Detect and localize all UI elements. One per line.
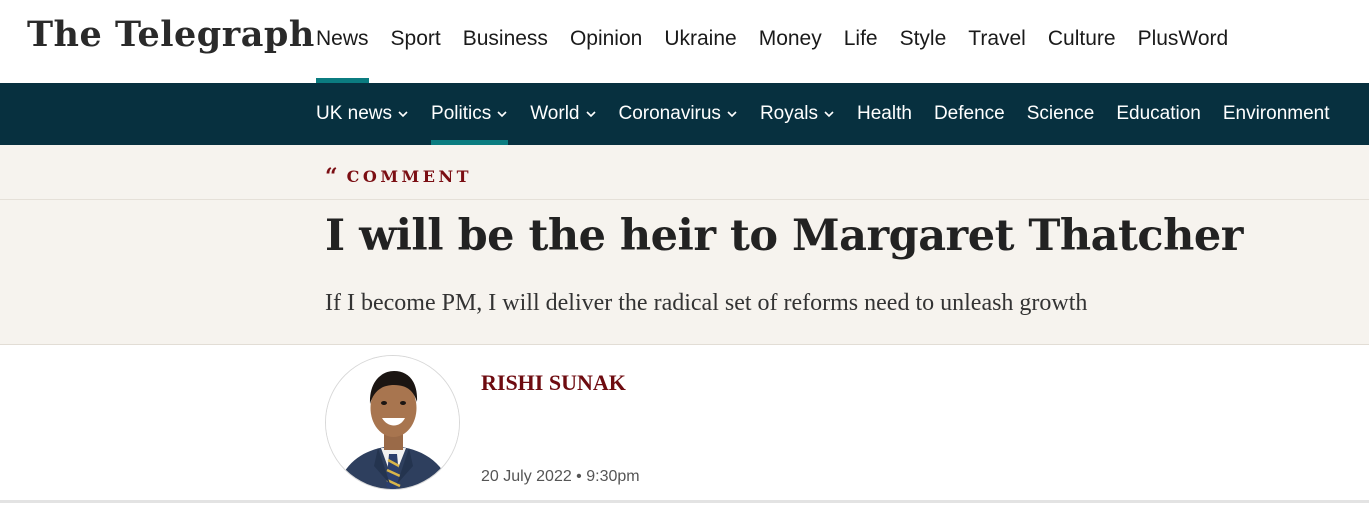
chevron-down-icon [726,108,738,120]
comment-kicker[interactable]: “ COMMENT [325,163,472,190]
subnav-coronavirus[interactable]: Coronavirus [619,83,738,145]
subnav-label: World [530,103,580,124]
subnav-environment[interactable]: Environment [1223,83,1330,145]
subnav-uk-news[interactable]: UK news [316,83,409,145]
subnav-label: Politics [431,103,492,124]
nav-culture[interactable]: Culture [1048,0,1116,83]
subnav-label: UK news [316,103,393,124]
chevron-down-icon [397,108,409,120]
subnav-science[interactable]: Science [1027,83,1095,145]
subnav-defence[interactable]: Defence [934,83,1005,145]
kicker-label: COMMENT [346,167,472,186]
nav-plusword[interactable]: PlusWord [1138,0,1229,83]
author-name-link[interactable]: RISHI SUNAK [481,370,626,396]
subnav-label: Royals [759,103,819,124]
subnav-label: Coronavirus [618,103,721,124]
nav-ukraine[interactable]: Ukraine [664,0,736,83]
nav-money[interactable]: Money [759,0,822,83]
article-headline: I will be the heir to Margaret Thatcher [325,211,1243,261]
subnav-world[interactable]: World [530,83,596,145]
author-portrait [326,356,459,489]
subnav-politics[interactable]: Politics [431,83,509,145]
nav-travel[interactable]: Travel [968,0,1026,83]
publish-date: 20 July 2022 • 9:30pm [481,468,640,485]
nav-sport[interactable]: Sport [391,0,441,83]
nav-life[interactable]: Life [844,0,878,83]
quote-icon: “ [325,163,338,190]
author-avatar[interactable] [325,355,460,490]
byline: RISHI SUNAK 20 July 2022 • 9:30pm [0,346,1369,502]
chevron-down-icon [585,108,597,120]
nav-news[interactable]: News [316,0,369,83]
subnav-education[interactable]: Education [1116,83,1201,145]
telegraph-logo[interactable]: The Telegraph [27,14,315,55]
primary-nav: News Sport Business Opinion Ukraine Mone… [316,0,1250,83]
masthead: The Telegraph News Sport Business Opinio… [0,0,1369,83]
header-divider [0,199,1369,200]
subnav-health[interactable]: Health [857,83,912,145]
secondary-nav: UK news Politics World Coronavirus Royal… [0,83,1369,145]
article-standfirst: If I become PM, I will deliver the radic… [325,290,1088,316]
nav-business[interactable]: Business [463,0,548,83]
chevron-down-icon [823,108,835,120]
article-header: “ COMMENT I will be the heir to Margaret… [0,145,1369,345]
nav-style[interactable]: Style [900,0,947,83]
nav-opinion[interactable]: Opinion [570,0,642,83]
bottom-divider [0,500,1369,503]
subnav-royals[interactable]: Royals [760,83,835,145]
chevron-down-icon [496,108,508,120]
